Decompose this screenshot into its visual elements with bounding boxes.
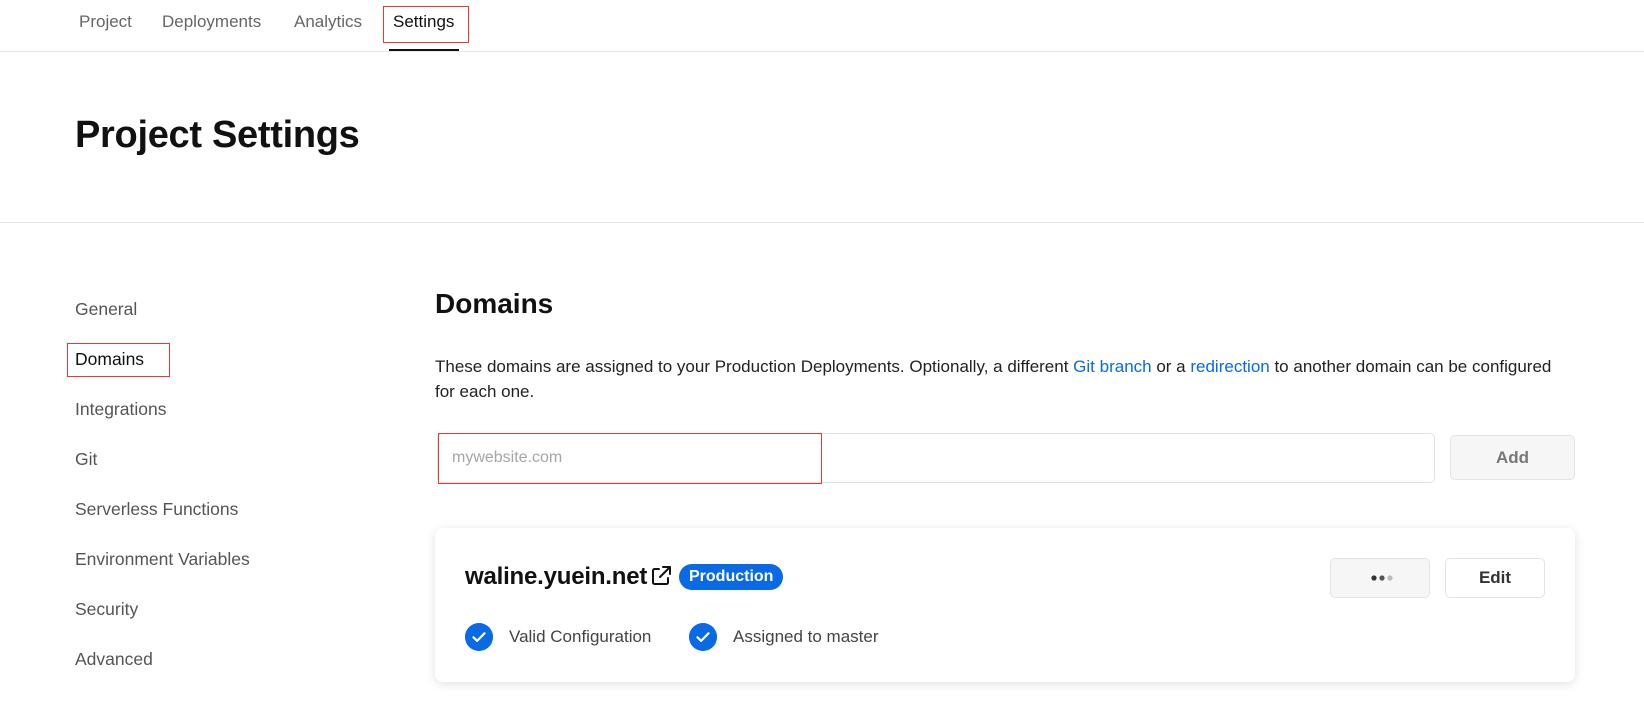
production-badge: Production	[679, 564, 784, 590]
check-circle-icon	[465, 623, 493, 651]
sidebar-domains-highlight	[67, 343, 170, 377]
sidebar-item-general[interactable]: General	[75, 296, 137, 322]
top-tabs: Project Deployments Analytics Settings	[0, 0, 1644, 52]
description-text: These domains are assigned to your Produ…	[435, 357, 1074, 376]
description-text: or a	[1151, 357, 1191, 376]
domain-name[interactable]: waline.yuein.net	[465, 563, 647, 591]
page-header: Project Settings	[0, 52, 1644, 223]
tab-deployments[interactable]: Deployments	[162, 10, 261, 34]
tab-active-indicator	[389, 49, 459, 51]
add-domain-button[interactable]: Add	[1450, 435, 1575, 480]
status-assigned-label: Assigned to master	[733, 627, 879, 646]
more-dots-icon	[1371, 575, 1393, 581]
external-link-icon[interactable]	[649, 564, 673, 588]
status-valid-label: Valid Configuration	[509, 627, 652, 646]
sidebar-item-environment-variables[interactable]: Environment Variables	[75, 546, 250, 572]
more-options-button[interactable]	[1330, 558, 1430, 598]
tab-project[interactable]: Project	[79, 10, 132, 34]
domain-input[interactable]	[437, 433, 1435, 483]
check-circle-icon	[689, 623, 717, 651]
git-branch-link[interactable]: Git branch	[1073, 357, 1151, 376]
section-title: Domains	[435, 288, 554, 319]
redirection-link[interactable]: redirection	[1190, 357, 1269, 376]
sidebar-item-advanced[interactable]: Advanced	[75, 646, 153, 672]
domains-description: These domains are assigned to your Produ…	[435, 354, 1575, 404]
sidebar-item-git[interactable]: Git	[75, 446, 97, 472]
sidebar-item-serverless-functions[interactable]: Serverless Functions	[75, 496, 238, 522]
edit-button[interactable]: Edit	[1445, 558, 1545, 598]
page-title: Project Settings	[75, 114, 360, 156]
sidebar-item-integrations[interactable]: Integrations	[75, 396, 166, 422]
tab-settings-highlight	[383, 6, 469, 43]
domain-card: waline.yuein.net Production Edit Valid C…	[435, 528, 1575, 682]
sidebar-item-security[interactable]: Security	[75, 596, 138, 622]
tab-analytics[interactable]: Analytics	[294, 10, 362, 34]
